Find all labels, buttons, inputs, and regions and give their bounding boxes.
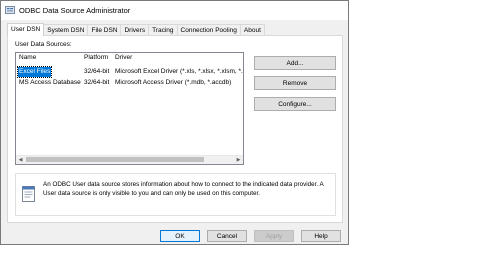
apply-button[interactable]: Apply (254, 230, 294, 242)
document-info-icon (21, 185, 37, 203)
scroll-right-icon[interactable]: ▶ (234, 156, 243, 164)
add-button[interactable]: Add... (254, 56, 336, 70)
ok-button[interactable]: OK (160, 230, 200, 242)
title-bar[interactable]: ODBC Data Source Administrator (1, 1, 348, 20)
odbc-admin-window: ODBC Data Source Administrator User DSN … (0, 0, 349, 245)
info-box: An ODBC User data source stores informat… (15, 173, 336, 216)
scrollbar-thumb[interactable] (26, 157, 204, 162)
tab-strip: User DSN System DSN File DSN Drivers Tra… (7, 23, 265, 36)
window-title: ODBC Data Source Administrator (19, 6, 131, 15)
list-header: Name Platform Driver (16, 53, 243, 64)
cancel-button[interactable]: Cancel (207, 230, 247, 242)
data-sources-list[interactable]: Name Platform Driver Excel Files 32/64-b… (15, 52, 244, 165)
column-header-name[interactable]: Name (19, 53, 36, 63)
column-header-platform[interactable]: Platform (84, 53, 108, 63)
data-source-platform: 32/64-bit (84, 68, 110, 75)
info-text: An ODBC User data source stores informat… (43, 181, 324, 197)
user-data-sources-label: User Data Sources: (15, 41, 72, 48)
tab-user-dsn[interactable]: User DSN (7, 23, 45, 36)
data-source-driver: Microsoft Access Driver (*.mdb, *.accdb) (115, 79, 232, 86)
data-source-platform: 32/64-bit (84, 79, 110, 86)
user-dsn-panel: User Data Sources: Name Platform Driver … (7, 35, 343, 223)
data-source-driver: Microsoft Excel Driver (*.xls, *.xlsx, *… (115, 68, 244, 75)
list-item[interactable]: Excel Files 32/64-bit Microsoft Excel Dr… (16, 66, 244, 78)
horizontal-scrollbar[interactable]: ◀ ▶ (16, 155, 243, 164)
odbc-admin-icon (5, 5, 15, 15)
list-item[interactable]: MS Access Database 32/64-bit Microsoft A… (16, 78, 243, 88)
help-button[interactable]: Help (301, 230, 341, 242)
data-source-name: Excel Files (16, 66, 53, 78)
configure-button[interactable]: Configure... (254, 97, 336, 111)
data-source-name: MS Access Database (19, 79, 81, 86)
column-header-driver[interactable]: Driver (115, 53, 132, 63)
scroll-left-icon[interactable]: ◀ (16, 156, 25, 164)
remove-button[interactable]: Remove (254, 76, 336, 90)
